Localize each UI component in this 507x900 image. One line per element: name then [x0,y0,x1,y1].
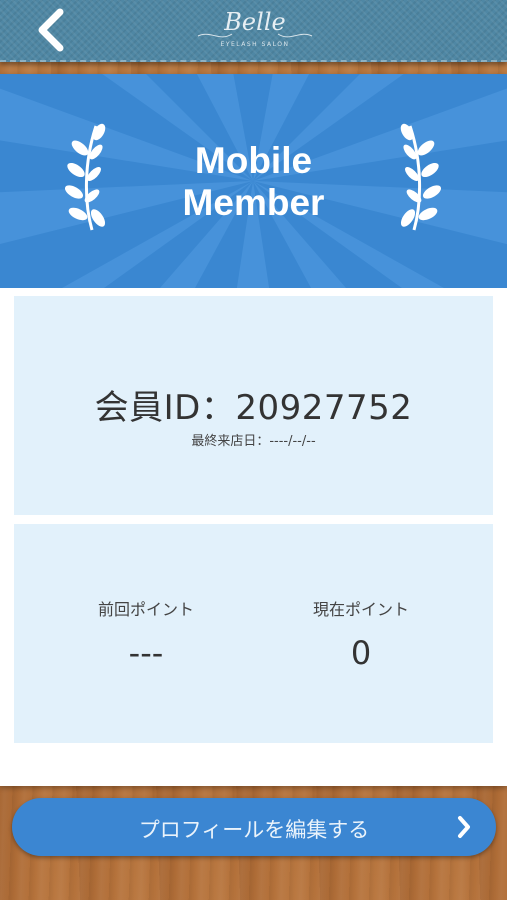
previous-points-label: 前回ポイント [97,600,194,619]
previous-points-value: --- [128,634,164,672]
banner-title-line1: Mobile [194,140,313,181]
mobile-member-banner: Mobile Member [0,74,507,288]
member-id: 会員ID：20927752 [94,388,413,428]
logo-text: Belle [224,8,286,36]
points-panel: 前回ポイント --- 現在ポイント 0 [14,524,493,743]
banner-title: Mobile Member [0,140,507,224]
back-button[interactable] [30,6,80,54]
member-card: Mobile Member 会員ID：20927752 最終来店日：----/-… [0,74,507,786]
current-points-label: 現在ポイント [312,600,409,619]
brand-logo: Belle EYELASH SALON [190,8,320,52]
chevron-left-icon [38,8,64,52]
logo-subtext: EYELASH SALON [220,41,290,48]
current-points-value: 0 [350,634,372,672]
edit-profile-button[interactable]: プロフィールを編集する [12,798,496,856]
chevron-right-icon [458,816,470,838]
edit-profile-label: プロフィールを編集する [138,818,370,842]
last-visit-date: 最終来店日：----/--/-- [191,434,316,449]
app-header: Belle EYELASH SALON [0,0,507,62]
member-id-panel: 会員ID：20927752 最終来店日：----/--/-- [14,296,493,515]
banner-title-line2: Member [182,182,325,223]
